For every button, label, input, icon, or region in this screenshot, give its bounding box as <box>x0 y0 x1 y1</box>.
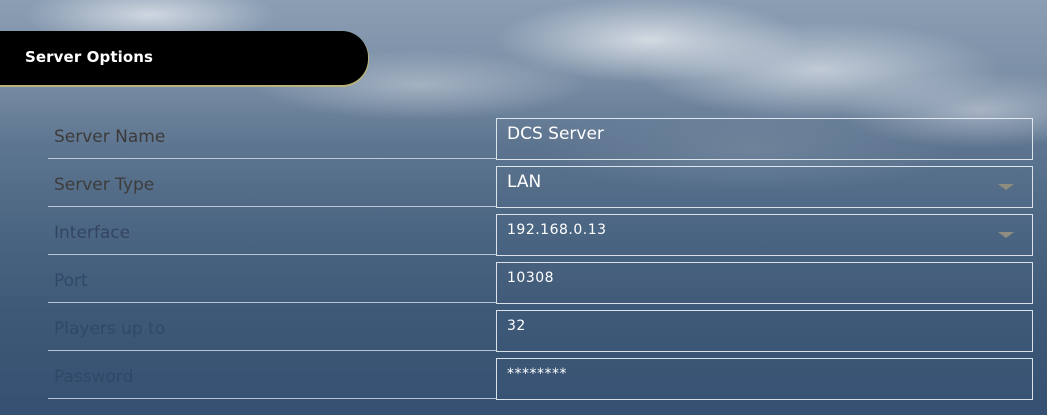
password-row: Password ******** <box>48 358 1033 405</box>
interface-row: Interface 192.168.0.13 <box>48 214 1033 261</box>
row-divider <box>48 350 496 351</box>
row-divider <box>48 398 496 399</box>
server-name-label: Server Name <box>54 127 166 147</box>
password-value: ******** <box>507 366 567 382</box>
players-value: 32 <box>507 318 526 334</box>
section-header: Server Options <box>0 31 368 85</box>
interface-label: Interface <box>54 223 131 243</box>
port-value: 10308 <box>507 270 555 286</box>
server-name-input[interactable]: DCS Server <box>496 118 1033 160</box>
players-input[interactable]: 32 <box>496 310 1033 352</box>
password-input[interactable]: ******** <box>496 358 1033 400</box>
row-divider <box>48 254 496 255</box>
players-row: Players up to 32 <box>48 310 1033 357</box>
server-type-value: LAN <box>507 172 542 192</box>
port-row: Port 10308 <box>48 262 1033 309</box>
server-type-label: Server Type <box>54 175 155 195</box>
server-name-value: DCS Server <box>507 124 604 144</box>
port-label: Port <box>54 271 88 291</box>
chevron-down-icon[interactable] <box>998 232 1014 238</box>
password-label: Password <box>54 367 134 387</box>
players-label: Players up to <box>54 319 166 339</box>
server-type-dropdown[interactable]: LAN <box>496 166 1033 208</box>
row-divider <box>48 158 496 159</box>
row-divider <box>48 206 496 207</box>
row-divider <box>48 302 496 303</box>
background-sky: Server Options Server Name DCS Server Se… <box>0 0 1047 415</box>
interface-value: 192.168.0.13 <box>507 222 607 238</box>
server-type-row: Server Type LAN <box>48 166 1033 213</box>
port-input[interactable]: 10308 <box>496 262 1033 304</box>
chevron-down-icon[interactable] <box>998 184 1014 190</box>
server-name-row: Server Name DCS Server <box>48 118 1033 165</box>
section-title: Server Options <box>25 48 154 66</box>
interface-dropdown[interactable]: 192.168.0.13 <box>496 214 1033 256</box>
